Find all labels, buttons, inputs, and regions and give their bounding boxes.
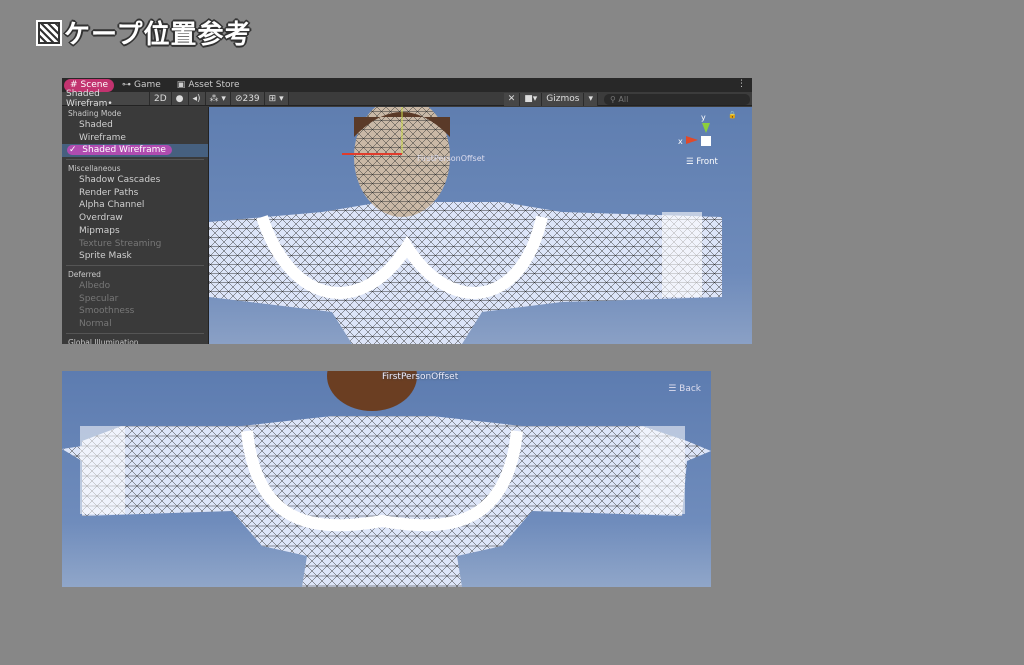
- menu-item-wireframe[interactable]: Wireframe: [62, 132, 208, 145]
- audio-toggle[interactable]: ◂): [188, 92, 206, 105]
- camera-icon: ■▾: [524, 94, 538, 104]
- menu-item-mipmaps[interactable]: Mipmaps: [62, 225, 208, 238]
- menu-header: Deferred: [68, 269, 101, 279]
- camera-dropdown[interactable]: ■▾: [520, 92, 543, 106]
- bone-label: FirstPersonOffset: [382, 372, 459, 382]
- menu-item-sprite-mask[interactable]: Sprite Mask: [62, 250, 208, 263]
- menu-item-overdraw[interactable]: Overdraw: [62, 212, 208, 225]
- y-axis-label: y: [701, 113, 706, 122]
- speaker-icon: ◂): [192, 93, 201, 104]
- x-axis-label: x: [678, 137, 683, 146]
- scene-toolbar: Shaded Wirefram• 2D ● ◂) ⁂ ▾ ⊘ 239 ⊞ ▾ ✕ …: [62, 89, 752, 109]
- menu-item-render-paths[interactable]: Render Paths: [62, 187, 208, 200]
- menu-item-smoothness: Smoothness: [79, 306, 135, 317]
- tab-bar: # Scene ⊶ Game ▣ Asset Store ⋮: [62, 78, 752, 92]
- lightbulb-icon: ●: [175, 93, 184, 104]
- more-menu-icon[interactable]: ⋮: [737, 79, 746, 89]
- menu-item-normal: Normal: [79, 318, 112, 329]
- tools-icon: ✕: [507, 94, 516, 104]
- menu-header: Global Illumination: [68, 337, 139, 344]
- lighting-toggle[interactable]: ●: [171, 92, 189, 105]
- menu-item-texture-streaming: Texture Streaming: [79, 238, 162, 249]
- bone-label: FirstPersonOffset: [417, 154, 485, 163]
- menu-item-alpha-channel[interactable]: Alpha Channel: [62, 199, 208, 212]
- tools-button[interactable]: ✕: [503, 92, 521, 106]
- back-view-screenshot: FirstPersonOffset ☰ Back: [62, 371, 711, 587]
- search-input[interactable]: ⚲ All: [604, 93, 750, 105]
- menu-item-specular: Specular: [79, 293, 119, 304]
- grid-dropdown[interactable]: ⊞ ▾: [264, 92, 289, 105]
- character-back-wireframe: [62, 371, 711, 587]
- effects-dropdown[interactable]: ⁂ ▾: [205, 92, 231, 105]
- menu-header: Shading Mode: [68, 109, 122, 118]
- hidden-objects-toggle[interactable]: ⊘ 239: [230, 92, 265, 105]
- divider: [66, 264, 204, 266]
- menu-item-albedo: Albedo: [79, 280, 111, 291]
- divider: [66, 159, 204, 161]
- x-axis-cone[interactable]: [686, 136, 702, 144]
- lock-icon[interactable]: 🔒: [728, 111, 737, 119]
- page-title: ケープ位置参考: [36, 14, 251, 51]
- search-icon: ⚲: [610, 94, 619, 104]
- draw-mode-menu: Shading Mode Shaded Wireframe ✓ Shaded W…: [62, 107, 209, 344]
- gizmos-dropdown[interactable]: ▾: [584, 92, 598, 106]
- 2d-toggle[interactable]: 2D: [150, 92, 172, 105]
- gizmo-center[interactable]: [701, 136, 711, 146]
- view-label: ☰ Back: [668, 384, 701, 394]
- draw-mode-dropdown[interactable]: Shaded Wirefram•: [62, 89, 150, 109]
- menu-item-shaded-wireframe[interactable]: ✓ Shaded Wireframe: [62, 144, 208, 158]
- scene-window: # Scene ⊶ Game ▣ Asset Store ⋮ Shaded Wiref…: [62, 78, 752, 344]
- y-axis-cone[interactable]: [702, 123, 710, 137]
- view-label: ☰ Front: [686, 157, 718, 167]
- check-icon: ✓: [69, 145, 77, 156]
- effects-icon: ⁂ ▾: [209, 93, 226, 104]
- divider: [66, 332, 204, 334]
- menu-item-shaded[interactable]: Shaded: [62, 119, 208, 132]
- bag-icon: ▣: [176, 80, 186, 90]
- grid-icon: ⊞ ▾: [268, 93, 284, 104]
- menu-item-shadow-cascades[interactable]: Shadow Cascades: [62, 174, 208, 187]
- hatched-box-icon: [36, 19, 62, 46]
- orientation-gizmo[interactable]: y x 🔒 ☰ Front: [678, 111, 738, 183]
- eye-slash-icon: ⊘: [234, 93, 243, 104]
- tab-asset-store[interactable]: ▣ Asset Store: [169, 79, 248, 92]
- gizmos-button[interactable]: Gizmos: [542, 92, 585, 106]
- menu-header: Miscellaneous: [68, 164, 121, 174]
